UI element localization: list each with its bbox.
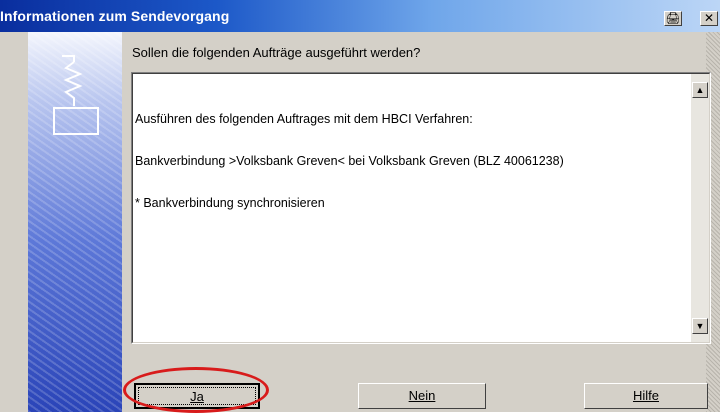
transmission-icon [53, 55, 99, 135]
side-banner [28, 32, 122, 412]
details-textbox[interactable]: Ausführen des folgenden Auftrages mit de… [131, 72, 711, 344]
details-line: * Bankverbindung synchronisieren [135, 196, 325, 210]
yes-button-label: Ja [190, 389, 204, 404]
details-line: Bankverbindung >Volksbank Greven< bei Vo… [135, 154, 564, 168]
no-button[interactable]: Nein [358, 383, 486, 409]
printer-icon[interactable]: 🖨 [664, 11, 682, 26]
close-icon[interactable]: ✕ [700, 11, 718, 26]
help-button-label: Hilfe [632, 388, 659, 403]
title-bar[interactable]: Informationen zum Sendevorgang 🖨 ✕ [0, 0, 720, 32]
confirmation-question: Sollen die folgenden Aufträge ausgeführt… [132, 45, 421, 60]
scroll-down-icon[interactable]: ▼ [692, 318, 708, 334]
scroll-up-icon[interactable]: ▲ [692, 82, 708, 98]
help-button[interactable]: Hilfe [584, 383, 708, 409]
vertical-scrollbar[interactable]: ▲ ▼ [691, 74, 709, 342]
no-button-label: Nein [408, 388, 436, 403]
details-line: Ausführen des folgenden Auftrages mit de… [135, 112, 473, 126]
details-text: Ausführen des folgenden Auftrages mit de… [135, 84, 564, 238]
window-title: Informationen zum Sendevorgang [0, 8, 230, 24]
yes-button[interactable]: Ja [134, 383, 260, 409]
